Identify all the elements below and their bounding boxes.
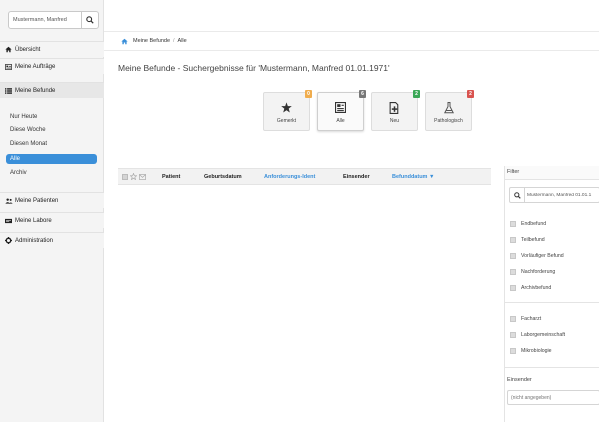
sub-item-alle[interactable]: Alle [6, 154, 97, 164]
tile-badge: 2 [413, 90, 420, 98]
filter-panel: Filter Endbefund Teilbefund Vorläufiger … [504, 166, 599, 422]
select-all-checkbox[interactable] [122, 173, 128, 180]
tile-label: Pathologisch [434, 118, 463, 124]
tile-badge: 0 [305, 90, 312, 98]
filter-search-button[interactable] [510, 188, 525, 202]
orders-icon [5, 63, 13, 70]
tile-label: Alle [336, 118, 345, 124]
sub-item-nur-heute[interactable]: Nur Heute [6, 112, 97, 122]
tile-badge: 2 [467, 90, 474, 98]
sub-item-diese-woche[interactable]: Diese Woche [6, 125, 97, 135]
tile-neu[interactable]: 2 Neu [371, 90, 420, 131]
nav-meine-labore-label: Meine Labore [15, 217, 52, 224]
nav-administration-label: Administration [15, 237, 54, 244]
row-action-icons [122, 173, 146, 180]
checkbox[interactable] [510, 269, 516, 275]
sender-label: Einsender [507, 377, 532, 383]
tile-pathologisch[interactable]: 2 Pathologisch [425, 90, 474, 131]
sender-input[interactable] [507, 390, 599, 405]
labs-icon [5, 218, 13, 224]
filter-divider [505, 367, 599, 368]
breadcrumb-item-alle: Alle [177, 38, 187, 44]
nav-meine-befunde[interactable]: Meine Befunde [0, 82, 104, 98]
column-anforderungs-ident[interactable]: Anforderungs-Ident [264, 174, 315, 180]
flask-icon [443, 101, 454, 114]
search-icon [86, 16, 94, 24]
column-einsender[interactable]: Einsender [343, 174, 370, 180]
nav-meine-labore[interactable]: Meine Labore [0, 212, 104, 228]
sub-item-label: Diese Woche [10, 127, 46, 133]
checkbox-label: Teilbefund [521, 237, 545, 243]
checkbox-label: Facharzt [521, 316, 542, 322]
tile-label: Neu [389, 118, 400, 124]
checkbox[interactable] [510, 285, 516, 291]
tile-badge: 6 [359, 90, 366, 98]
nav-meine-patienten-label: Meine Patienten [15, 197, 59, 204]
home-icon[interactable] [121, 38, 128, 45]
page-title: Meine Befunde - Suchergebnisse für 'Must… [118, 63, 390, 73]
checkbox[interactable] [510, 316, 516, 322]
nav-meine-patienten[interactable]: Meine Patienten [0, 192, 104, 208]
home-icon [5, 46, 13, 53]
new-document-icon [389, 101, 400, 114]
sub-item-diesen-monat[interactable]: Diesen Monat [6, 139, 97, 149]
column-befunddatum[interactable]: Befunddatum ▼ [392, 174, 434, 180]
tile-label: Gemerkt [276, 118, 297, 124]
sub-item-label: Archiv [10, 170, 27, 176]
nav-meine-auftraege[interactable]: Meine Aufträge [0, 58, 104, 74]
checkbox-label: Mikrobiologie [521, 348, 552, 354]
filter-nachforderung[interactable]: Nachforderung [510, 267, 555, 277]
filter-vorlaeufiger-befund[interactable]: Vorläufiger Befund [510, 251, 564, 261]
column-patient[interactable]: Patient [162, 174, 180, 180]
results-table-header: Patient Geburtsdatum Anforderungs-Ident … [118, 168, 491, 185]
checkbox[interactable] [510, 348, 516, 354]
patients-icon [5, 197, 13, 204]
breadcrumb-item-meine-befunde[interactable]: Meine Befunde [133, 38, 170, 44]
checkbox-label: Archivbefund [521, 285, 552, 291]
filter-endbefund[interactable]: Endbefund [510, 219, 546, 229]
list-icon [5, 87, 13, 94]
sub-item-label: Nur Heute [10, 114, 38, 120]
gear-icon [5, 237, 13, 244]
filter-title: Filter [505, 166, 599, 180]
sub-item-label: Alle [10, 156, 21, 162]
checkbox-label: Endbefund [521, 221, 547, 227]
column-geburtsdatum[interactable]: Geburtsdatum [204, 174, 242, 180]
search-button[interactable] [81, 12, 98, 28]
nav-administration[interactable]: Administration [0, 232, 104, 248]
filter-search [509, 187, 599, 203]
filter-laborgemeinschaft[interactable]: Laborgemeinschaft [510, 330, 565, 340]
envelope-icon[interactable] [139, 173, 146, 180]
filter-mikrobiologie[interactable]: Mikrobiologie [510, 346, 552, 356]
tile-gemerkt[interactable]: 0 Gemerkt [263, 90, 312, 131]
checkbox[interactable] [510, 332, 516, 338]
sub-item-label: Diesen Monat [10, 141, 48, 147]
filter-search-input[interactable] [527, 188, 599, 202]
star-outline-icon[interactable] [130, 173, 137, 180]
filter-archivbefund[interactable]: Archivbefund [510, 283, 551, 293]
star-icon [281, 101, 292, 114]
patient-search [8, 11, 99, 29]
checkbox[interactable] [510, 221, 516, 227]
nav-uebersicht[interactable]: Übersicht [0, 41, 104, 57]
patient-search-input[interactable] [9, 12, 81, 28]
sub-item-archiv[interactable]: Archiv [6, 168, 97, 178]
filter-teilbefund[interactable]: Teilbefund [510, 235, 545, 245]
document-icon [335, 101, 346, 114]
breadcrumb: Meine Befunde / Alle [104, 31, 599, 51]
sidebar: Übersicht Meine Aufträge Meine Befunde N… [0, 0, 104, 422]
filter-divider [505, 302, 599, 303]
nav-meine-auftraege-label: Meine Aufträge [15, 63, 56, 70]
checkbox-label: Vorläufiger Befund [521, 253, 564, 259]
filter-facharzt[interactable]: Facharzt [510, 314, 541, 324]
checkbox[interactable] [510, 237, 516, 243]
checkbox-label: Nachforderung [521, 269, 556, 275]
search-icon [513, 191, 521, 199]
nav-uebersicht-label: Übersicht [15, 46, 41, 53]
checkbox[interactable] [510, 253, 516, 259]
breadcrumb-separator: / [173, 38, 175, 44]
tile-alle[interactable]: 6 Alle [317, 90, 366, 131]
checkbox-label: Laborgemeinschaft [521, 332, 566, 338]
nav-meine-befunde-label: Meine Befunde [15, 87, 56, 94]
